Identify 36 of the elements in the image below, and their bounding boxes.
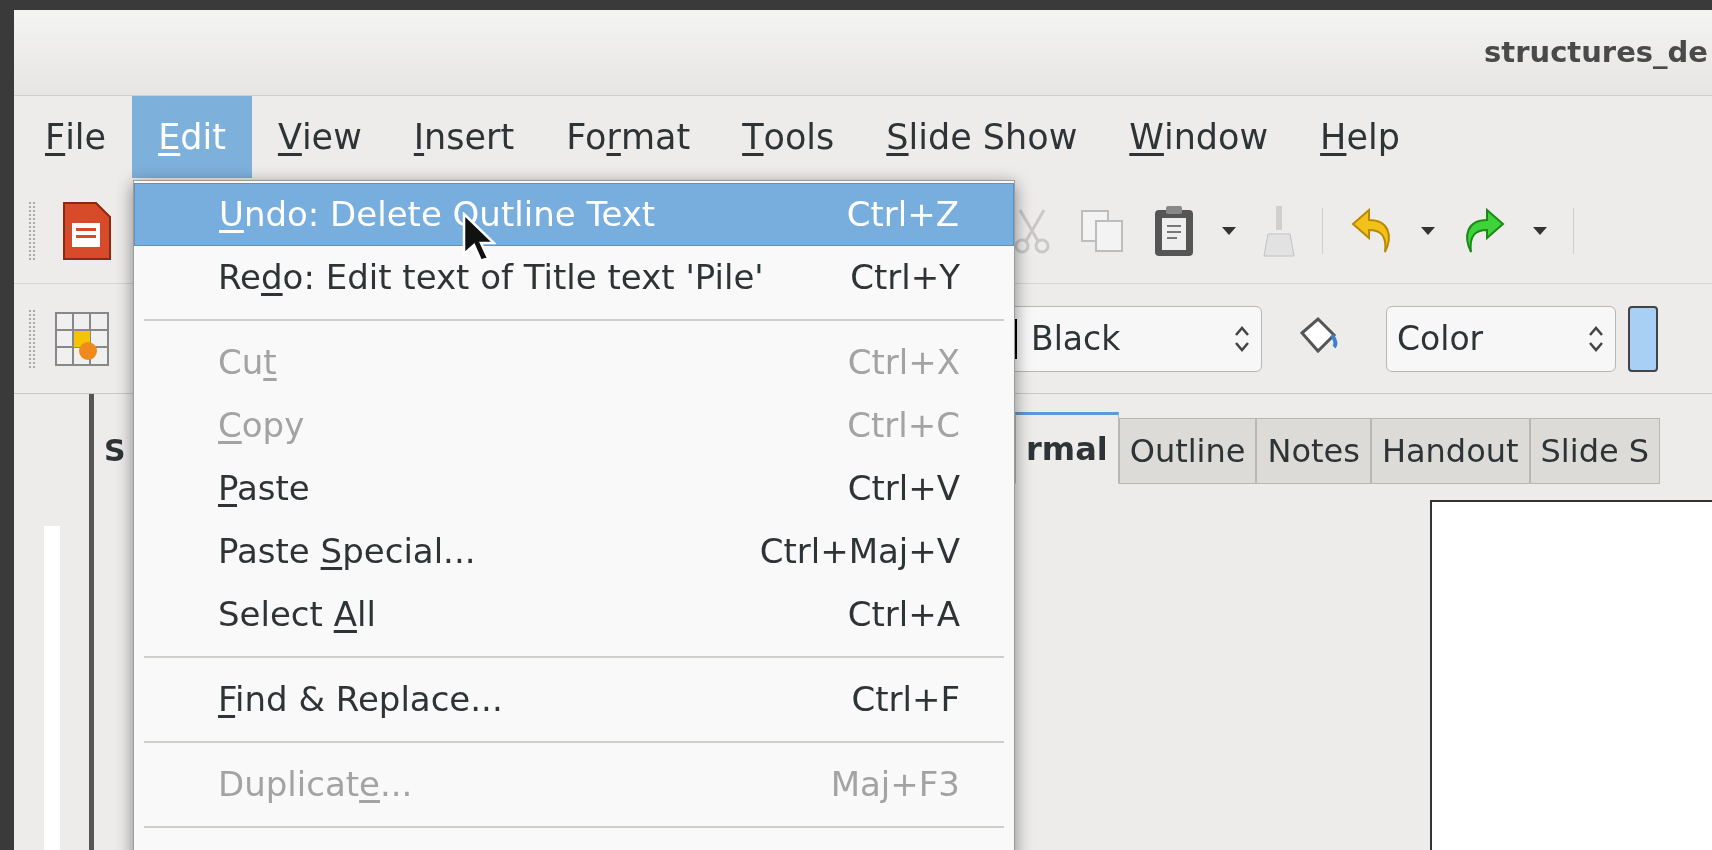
menu-entry[interactable]: Select All Ctrl+A bbox=[134, 583, 1014, 646]
menu-item[interactable]: View bbox=[251, 96, 388, 178]
view-tab[interactable]: Outline bbox=[1118, 418, 1257, 484]
view-tab[interactable]: Slide S bbox=[1529, 418, 1661, 484]
caret-icon[interactable] bbox=[1421, 226, 1435, 235]
shortcut: Ctrl+F bbox=[851, 678, 960, 721]
shortcut: Ctrl+V bbox=[847, 467, 960, 510]
menu-entry[interactable]: Find & Replace... Ctrl+F bbox=[134, 668, 1014, 731]
shortcut: Ctrl+A bbox=[847, 593, 960, 636]
shortcut: Ctrl+Maj+V bbox=[759, 530, 960, 573]
shortcut: Ctrl+Z bbox=[846, 193, 959, 236]
menu-entry[interactable]: Paste Special... Ctrl+Maj+V bbox=[134, 520, 1014, 583]
caret-icon[interactable] bbox=[1222, 226, 1236, 235]
area-style-dropdown[interactable]: Color bbox=[1386, 305, 1616, 372]
table-icon[interactable] bbox=[54, 310, 110, 367]
shortcut: Ctrl+C bbox=[847, 404, 960, 447]
presentation-icon[interactable] bbox=[60, 200, 112, 261]
menu-item[interactable]: Help bbox=[1294, 96, 1426, 178]
menu-item[interactable]: Insert bbox=[387, 96, 541, 178]
shortcut: Ctrl+Y bbox=[850, 256, 960, 299]
menu-item[interactable]: File bbox=[19, 96, 133, 178]
menu-item[interactable]: Window bbox=[1103, 96, 1295, 178]
shortcut: Ctrl+X bbox=[847, 341, 960, 384]
pane-title: S bbox=[104, 433, 126, 468]
menu-item[interactable]: Format bbox=[540, 96, 717, 178]
clipboard-icon[interactable] bbox=[1152, 203, 1196, 258]
menu-entry[interactable]: Paste Ctrl+V bbox=[134, 457, 1014, 520]
view-tab[interactable]: rmal bbox=[1015, 412, 1119, 484]
menu-item[interactable]: Slide Show bbox=[860, 96, 1104, 178]
view-tab[interactable]: Notes bbox=[1256, 418, 1371, 484]
menu-item[interactable]: Tools bbox=[716, 96, 861, 178]
shortcut: Maj+F3 bbox=[830, 763, 960, 806]
view-tab[interactable]: Handout bbox=[1370, 418, 1530, 484]
window-title: structures_de bbox=[1484, 33, 1708, 71]
fill-swatch[interactable] bbox=[1628, 305, 1658, 372]
caret-icon[interactable] bbox=[1533, 226, 1547, 235]
